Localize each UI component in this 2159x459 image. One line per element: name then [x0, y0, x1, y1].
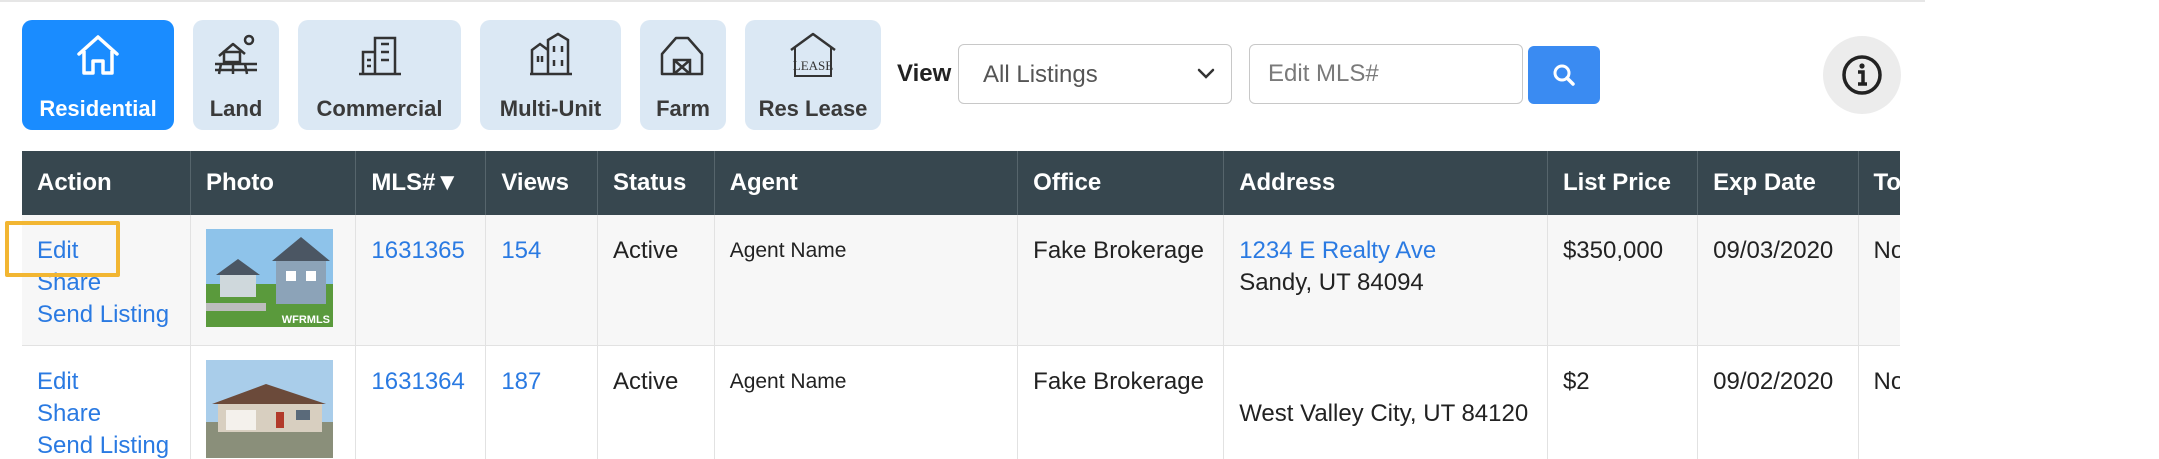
tab-label: Residential	[39, 96, 157, 121]
listing-photo[interactable]: WFRMLS	[205, 229, 333, 327]
share-link[interactable]: Share	[37, 398, 190, 430]
tab-res-lease[interactable]: LEASE Res Lease	[745, 20, 881, 130]
mls-search-input[interactable]	[1249, 44, 1523, 104]
column-header-action: Action	[22, 151, 191, 215]
column-header-tour[interactable]: Tour	[1858, 151, 1900, 215]
photo-watermark: WFRMLS	[282, 314, 330, 326]
svg-text:LEASE: LEASE	[793, 58, 834, 73]
list-price-cell: $2	[1547, 345, 1699, 459]
mls-cell: 1631365	[355, 215, 487, 346]
views-cell: 154	[485, 215, 598, 346]
column-header-exp-date[interactable]: Exp Date	[1697, 151, 1859, 215]
column-header-views[interactable]: Views	[485, 151, 598, 215]
search-button[interactable]	[1528, 46, 1600, 104]
status-cell: Active	[597, 215, 715, 346]
status-cell: Active	[597, 345, 715, 459]
tour-cell: None	[1858, 215, 1900, 346]
chevron-down-icon	[1197, 68, 1215, 79]
mls-cell: 1631364	[355, 345, 487, 459]
tab-commercial[interactable]: Commercial	[298, 20, 461, 130]
tab-label: Res Lease	[758, 96, 868, 121]
info-icon	[1842, 55, 1882, 95]
listing-photo[interactable]	[205, 359, 333, 458]
column-header-list-price[interactable]: List Price	[1547, 151, 1699, 215]
list-price-cell: $350,000	[1547, 215, 1699, 346]
listings-table: Action Photo MLS#▼ Views Status Agent Of…	[22, 151, 1900, 459]
send-listing-link[interactable]: Send Listing	[37, 430, 190, 459]
tour-cell: None	[1858, 345, 1900, 459]
lease-house-icon: LEASE	[790, 32, 836, 77]
column-header-status[interactable]: Status	[597, 151, 715, 215]
tab-label: Farm	[656, 96, 710, 121]
view-label: View	[897, 60, 952, 87]
photo-cell	[190, 345, 357, 459]
land-icon	[215, 34, 257, 75]
table-row: Edit Share Send Listing 1631364 187 Acti…	[22, 345, 1900, 459]
tab-residential[interactable]: Residential	[22, 20, 174, 130]
tab-land[interactable]: Land	[193, 20, 279, 130]
views-link[interactable]: 187	[501, 366, 597, 398]
agent-cell: Agent Name	[714, 215, 1019, 346]
address-link[interactable]: 1234 E Realty Ave	[1239, 235, 1547, 267]
address-city: Sandy, UT 84094	[1239, 269, 1424, 296]
address-cell: West Valley City, UT 84120	[1223, 345, 1548, 459]
action-cell: Edit Share Send Listing	[22, 345, 191, 459]
column-header-mls[interactable]: MLS#▼	[355, 151, 487, 215]
column-header-agent[interactable]: Agent	[714, 151, 1019, 215]
top-divider	[0, 0, 1925, 2]
address-line1	[1239, 366, 1547, 398]
tab-farm[interactable]: Farm	[640, 20, 726, 130]
views-cell: 187	[485, 345, 598, 459]
house-icon	[77, 35, 119, 75]
search-icon	[1553, 64, 1575, 86]
tab-label: Commercial	[316, 96, 443, 121]
tab-multi-unit[interactable]: Multi-Unit	[480, 20, 621, 130]
address-city: West Valley City, UT 84120	[1239, 399, 1529, 427]
send-listing-link[interactable]: Send Listing	[37, 299, 190, 331]
column-header-address[interactable]: Address	[1223, 151, 1548, 215]
tab-label: Multi-Unit	[499, 96, 602, 121]
agent-cell: Agent Name	[714, 345, 1019, 459]
exp-date-cell: 09/02/2020	[1697, 345, 1859, 459]
exp-date-cell: 09/03/2020	[1697, 215, 1859, 346]
column-header-photo: Photo	[190, 151, 357, 215]
multi-unit-building-icon	[529, 32, 572, 76]
commercial-building-icon	[358, 36, 401, 76]
photo-cell: WFRMLS	[190, 215, 357, 346]
info-button[interactable]	[1823, 36, 1901, 114]
view-select-value: All Listings	[983, 61, 1098, 88]
table-row: Edit Share Send Listing WFRMLS 1631365 1…	[22, 215, 1900, 346]
mls-link[interactable]: 1631365	[371, 235, 485, 267]
tab-label: Land	[209, 96, 263, 121]
views-link[interactable]: 154	[501, 235, 597, 267]
address-cell: 1234 E Realty Ave Sandy, UT 84094	[1223, 215, 1548, 346]
edit-link[interactable]: Edit	[37, 366, 190, 398]
farm-icon	[660, 36, 704, 76]
table-header-row: Action Photo MLS#▼ Views Status Agent Of…	[22, 151, 1900, 215]
mls-link[interactable]: 1631364	[371, 366, 485, 398]
office-cell: Fake Brokerage	[1017, 345, 1225, 459]
view-select[interactable]: All Listings	[958, 44, 1232, 104]
column-header-office[interactable]: Office	[1017, 151, 1225, 215]
office-cell: Fake Brokerage	[1017, 215, 1225, 346]
edit-link-highlight	[5, 221, 120, 277]
